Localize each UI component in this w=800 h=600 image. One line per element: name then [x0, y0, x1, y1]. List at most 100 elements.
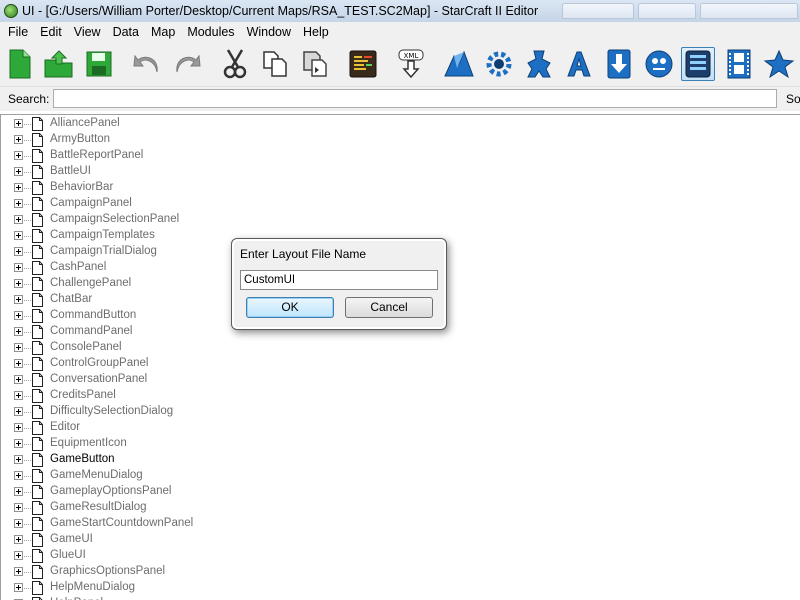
cut-button[interactable]: [218, 47, 252, 81]
search-input[interactable]: [53, 89, 777, 108]
import-manager-button[interactable]: [602, 47, 636, 81]
expand-plus-icon[interactable]: [14, 151, 23, 160]
menu-help[interactable]: Help: [297, 25, 335, 39]
tree-item[interactable]: HelpPanel: [1, 596, 800, 600]
tree-item[interactable]: BehaviorBar: [1, 180, 800, 196]
tree-item[interactable]: CampaignSelectionPanel: [1, 212, 800, 228]
expand-plus-icon[interactable]: [14, 119, 23, 128]
expand-plus-icon[interactable]: [14, 535, 23, 544]
trigger-editor-button[interactable]: [482, 47, 516, 81]
save-button[interactable]: [82, 47, 116, 81]
menu-modules[interactable]: Modules: [181, 25, 240, 39]
tree-item[interactable]: ConsolePanel: [1, 340, 800, 356]
expand-plus-icon[interactable]: [14, 343, 23, 352]
ok-button[interactable]: OK: [246, 297, 334, 318]
new-document-icon: [9, 49, 31, 79]
expand-plus-icon[interactable]: [14, 519, 23, 528]
cutscene-editor-button[interactable]: [722, 47, 756, 81]
expand-plus-icon[interactable]: [14, 359, 23, 368]
expand-plus-icon[interactable]: [14, 423, 23, 432]
toolbar: XML: [0, 41, 800, 87]
expand-plus-icon[interactable]: [14, 567, 23, 576]
expand-plus-icon[interactable]: [14, 503, 23, 512]
tree-item[interactable]: EquipmentIcon: [1, 436, 800, 452]
expand-plus-icon[interactable]: [14, 327, 23, 336]
undo-button[interactable]: [130, 47, 164, 81]
tree-item[interactable]: GameStartCountdownPanel: [1, 516, 800, 532]
tree-item[interactable]: GameplayOptionsPanel: [1, 484, 800, 500]
expand-plus-icon[interactable]: [14, 551, 23, 560]
tree-item[interactable]: ConversationPanel: [1, 372, 800, 388]
tree-item[interactable]: AlliancePanel: [1, 116, 800, 132]
menu-view[interactable]: View: [68, 25, 107, 39]
expand-plus-icon[interactable]: [14, 487, 23, 496]
tree-item[interactable]: ControlGroupPanel: [1, 356, 800, 372]
layout-tree[interactable]: AlliancePanel ArmyButton BattleReportPanel…: [0, 114, 800, 600]
menu-file[interactable]: File: [2, 25, 34, 39]
tree-item[interactable]: DifficultySelectionDialog: [1, 404, 800, 420]
expand-plus-icon[interactable]: [14, 439, 23, 448]
tree-item[interactable]: GlueUI: [1, 548, 800, 564]
tree-item[interactable]: BattleUI: [1, 164, 800, 180]
tree-item[interactable]: GameMenuDialog: [1, 468, 800, 484]
tree-item[interactable]: HelpMenuDialog: [1, 580, 800, 596]
script-editor-button[interactable]: [346, 47, 380, 81]
expand-plus-icon[interactable]: [14, 215, 23, 224]
document-icon: [32, 501, 43, 515]
text-editor-button[interactable]: [562, 47, 596, 81]
tree-item[interactable]: CampaignPanel: [1, 196, 800, 212]
new-document-button[interactable]: [3, 47, 37, 81]
menu-edit[interactable]: Edit: [34, 25, 68, 39]
tree-item-label: GraphicsOptionsPanel: [50, 565, 166, 577]
xml-export-button[interactable]: XML: [394, 47, 428, 81]
redo-button[interactable]: [170, 47, 204, 81]
expand-plus-icon[interactable]: [14, 263, 23, 272]
tree-connector: [24, 188, 31, 189]
sort-label[interactable]: Sor: [786, 92, 800, 106]
expand-plus-icon[interactable]: [14, 471, 23, 480]
layout-file-name-input[interactable]: [240, 270, 438, 290]
expand-plus-icon[interactable]: [14, 391, 23, 400]
expand-plus-icon[interactable]: [14, 375, 23, 384]
terrain-editor-button[interactable]: [442, 47, 476, 81]
modules-button[interactable]: [762, 47, 796, 81]
tree-item-label: GlueUI: [50, 549, 86, 561]
tree-item[interactable]: GameButton: [1, 452, 800, 468]
menu-map[interactable]: Map: [145, 25, 181, 39]
expand-plus-icon[interactable]: [14, 311, 23, 320]
paste-button[interactable]: [298, 47, 332, 81]
window-title: UI - [G:/Users/William Porter/Desktop/Cu…: [22, 4, 539, 18]
search-bar: Search: Sor: [0, 87, 800, 111]
expand-plus-icon[interactable]: [14, 247, 23, 256]
expand-plus-icon[interactable]: [14, 455, 23, 464]
tree-item[interactable]: CreditsPanel: [1, 388, 800, 404]
document-icon: [32, 213, 43, 227]
expand-plus-icon[interactable]: [14, 583, 23, 592]
open-button[interactable]: [42, 47, 76, 81]
ui-editor-button[interactable]: [681, 47, 715, 81]
menu-data[interactable]: Data: [107, 25, 145, 39]
expand-plus-icon[interactable]: [14, 183, 23, 192]
copy-button[interactable]: [258, 47, 292, 81]
expand-plus-icon[interactable]: [14, 167, 23, 176]
tree-item[interactable]: GameUI: [1, 532, 800, 548]
cancel-button[interactable]: Cancel: [345, 297, 433, 318]
expand-plus-icon[interactable]: [14, 279, 23, 288]
expand-plus-icon[interactable]: [14, 199, 23, 208]
tree-item[interactable]: GraphicsOptionsPanel: [1, 564, 800, 580]
expand-plus-icon[interactable]: [14, 135, 23, 144]
background-window-tab[interactable]: [638, 3, 696, 19]
expand-plus-icon[interactable]: [14, 295, 23, 304]
ai-editor-button[interactable]: [642, 47, 676, 81]
tree-item[interactable]: Editor: [1, 420, 800, 436]
starcraft-editor-app-icon[interactable]: [4, 4, 18, 18]
expand-plus-icon[interactable]: [14, 407, 23, 416]
tree-item[interactable]: ArmyButton: [1, 132, 800, 148]
expand-plus-icon[interactable]: [14, 231, 23, 240]
data-editor-button[interactable]: [522, 47, 556, 81]
tree-item[interactable]: GameResultDialog: [1, 500, 800, 516]
menu-window[interactable]: Window: [241, 25, 297, 39]
tree-item[interactable]: BattleReportPanel: [1, 148, 800, 164]
background-window-tab[interactable]: [700, 3, 798, 19]
background-window-tab[interactable]: [562, 3, 634, 19]
